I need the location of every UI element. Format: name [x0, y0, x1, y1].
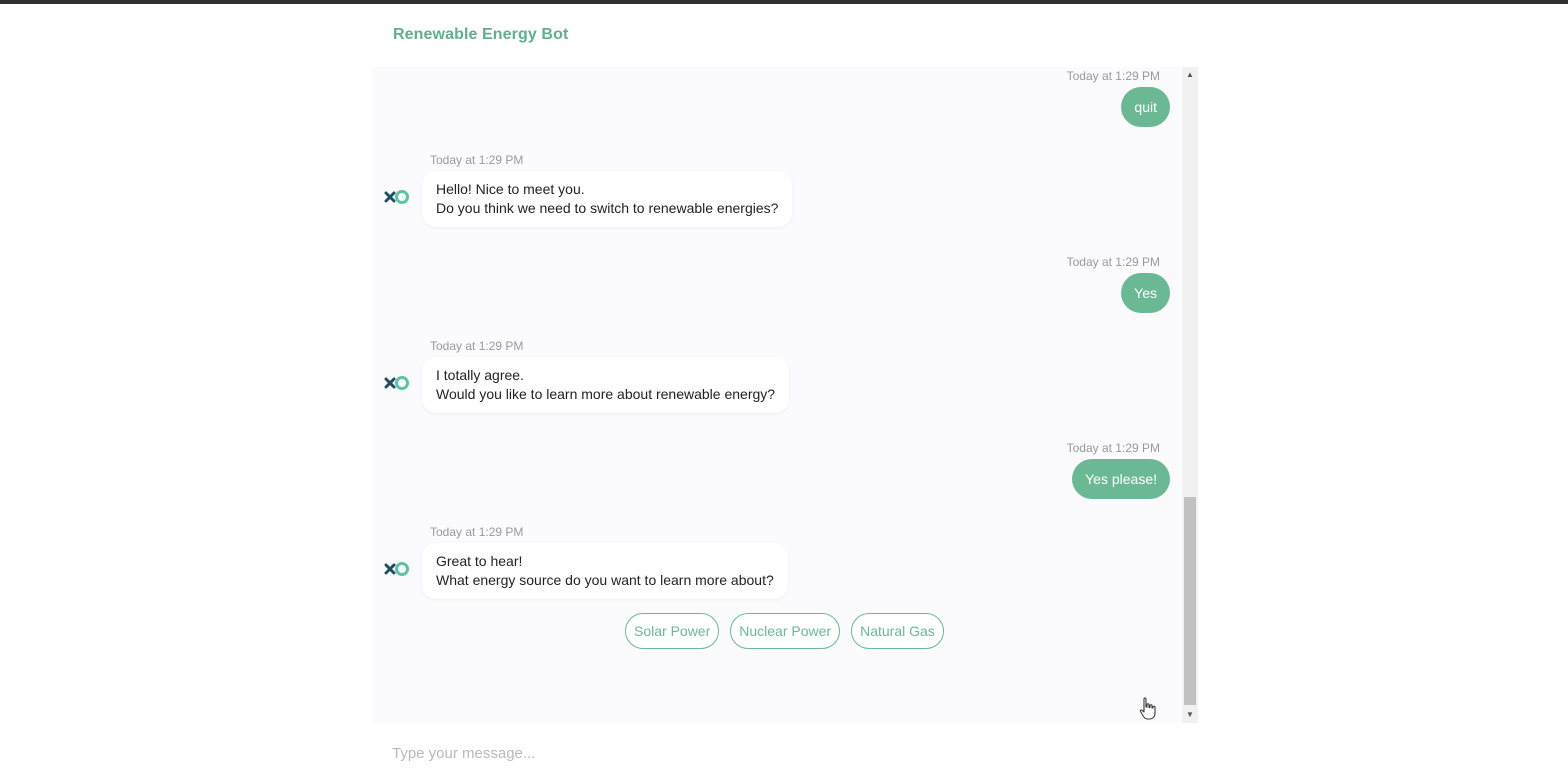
- quick-reply-solar-power[interactable]: Solar Power: [625, 613, 720, 649]
- hand-pointer-icon: [1139, 697, 1156, 720]
- user-message-bubble: Yes please!: [1072, 459, 1170, 499]
- message-list[interactable]: Today at 1:29 PM quit Today at 1:29 PM H…: [372, 67, 1198, 723]
- bot-message-line: Great to hear!: [436, 553, 523, 569]
- bot-message-row: I totally agree. Would you like to learn…: [372, 357, 1198, 415]
- xo-logo-icon: [384, 376, 409, 390]
- message-timestamp: Today at 1:29 PM: [1066, 441, 1160, 455]
- message-timestamp: Today at 1:29 PM: [430, 153, 524, 167]
- bot-message-line: What energy source do you want to learn …: [436, 572, 774, 588]
- user-message-bubble: quit: [1121, 87, 1170, 127]
- chat-widget: Renewable Energy Bot Today at 1:29 PM qu…: [372, 4, 1198, 780]
- message-input[interactable]: [392, 741, 1152, 765]
- message-timestamp: Today at 1:29 PM: [1066, 255, 1160, 269]
- app-title: Renewable Energy Bot: [393, 26, 569, 43]
- quick-reply-natural-gas[interactable]: Natural Gas: [851, 613, 944, 649]
- scroll-down-arrow-icon[interactable]: ▼: [1182, 707, 1198, 723]
- scrollbar-thumb[interactable]: [1184, 497, 1196, 705]
- chat-scrollbar[interactable]: ▲ ▼: [1182, 67, 1198, 723]
- xo-logo-icon: [384, 190, 409, 204]
- bot-message-line: Would you like to learn more about renew…: [436, 386, 776, 402]
- bot-message-bubble: I totally agree. Would you like to learn…: [422, 357, 790, 413]
- quick-reply-nuclear-power[interactable]: Nuclear Power: [730, 613, 841, 649]
- message-timestamp: Today at 1:29 PM: [430, 525, 524, 539]
- bot-message-bubble: Great to hear! What energy source do you…: [422, 543, 788, 599]
- bot-message-line: Do you think we need to switch to renewa…: [436, 200, 779, 216]
- message-composer: [372, 723, 1198, 780]
- scroll-up-arrow-icon[interactable]: ▲: [1182, 67, 1198, 83]
- user-message-bubble: Yes: [1121, 273, 1170, 313]
- bot-message-row: Great to hear! What energy source do you…: [372, 543, 1198, 601]
- message-timestamp: Today at 1:29 PM: [1066, 69, 1160, 83]
- message-timestamp: Today at 1:29 PM: [430, 339, 524, 353]
- quick-replies: Solar Power Nuclear Power Natural Gas: [625, 613, 944, 649]
- bot-message-bubble: Hello! Nice to meet you. Do you think we…: [422, 171, 793, 227]
- bot-message-line: I totally agree.: [436, 367, 524, 383]
- xo-logo-icon: [384, 562, 409, 576]
- bot-message-row: Hello! Nice to meet you. Do you think we…: [372, 171, 1198, 229]
- bot-message-line: Hello! Nice to meet you.: [436, 181, 585, 197]
